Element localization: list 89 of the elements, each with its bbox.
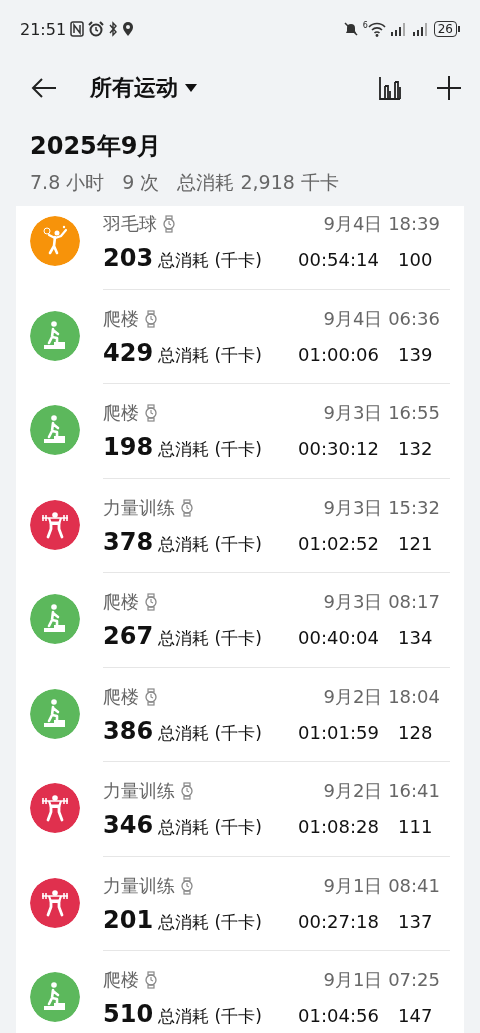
calories-value: 378 xyxy=(103,527,154,556)
total-calories: 总消耗 2,918 千卡 xyxy=(177,170,339,195)
watch-icon xyxy=(163,215,175,233)
workout-type-icon xyxy=(30,594,80,644)
workout-date: 9月2日 18:04 xyxy=(323,684,441,709)
month-title: 2025年9月 xyxy=(30,131,163,162)
calories-label: 总消耗 (千卡) xyxy=(158,910,263,934)
workout-date: 9月2日 16:41 xyxy=(323,779,441,803)
workout-type-icon xyxy=(30,688,80,739)
nfc-icon xyxy=(70,21,85,37)
workout-type-icon xyxy=(30,405,80,455)
workout-type-icon xyxy=(30,783,80,833)
watch-icon xyxy=(181,782,193,800)
workout-type-icon xyxy=(30,877,80,928)
workout-name: 爬楼 xyxy=(103,306,139,331)
watch-icon xyxy=(181,498,193,517)
workout-metric: 137 xyxy=(398,910,433,932)
workout-type-icon xyxy=(30,216,80,266)
workout-date: 9月3日 08:17 xyxy=(323,590,441,614)
calories-label: 总消耗 (千卡) xyxy=(158,1005,263,1028)
workout-metric: 132 xyxy=(398,438,433,459)
workout-duration: 01:08:28 xyxy=(298,816,380,837)
workout-name: 力量训练 xyxy=(103,873,175,898)
watch-icon xyxy=(145,687,157,706)
calories-value: 198 xyxy=(103,433,154,461)
workout-duration: 00:27:18 xyxy=(298,910,380,932)
calories-label: 总消耗 (千卡) xyxy=(158,249,263,272)
workout-date: 9月1日 07:25 xyxy=(323,968,441,992)
calories-value: 386 xyxy=(103,716,154,745)
workout-metric: 139 xyxy=(398,343,433,365)
alarm-icon xyxy=(88,21,105,37)
workout-name: 爬楼 xyxy=(103,684,139,709)
calories-value: 510 xyxy=(103,1000,154,1028)
workout-name: 羽毛球 xyxy=(103,212,157,236)
workout-date: 9月1日 08:41 xyxy=(323,873,441,898)
workout-name: 爬楼 xyxy=(103,590,139,614)
workout-date: 9月4日 06:36 xyxy=(323,306,441,331)
calories-label: 总消耗 (千卡) xyxy=(158,816,263,839)
workout-duration: 00:30:12 xyxy=(298,438,380,459)
workout-metric: 147 xyxy=(398,1005,433,1026)
battery-level: 26 xyxy=(433,21,457,37)
caret-icon xyxy=(184,83,198,93)
signal-icon xyxy=(411,22,430,36)
workout-duration: 01:04:56 xyxy=(298,1005,380,1026)
workout-type-icon xyxy=(30,499,80,550)
calories-label: 总消耗 (千卡) xyxy=(158,627,263,650)
location-icon xyxy=(122,21,135,37)
calories-label: 总消耗 (千卡) xyxy=(158,532,263,556)
workout-date: 9月3日 15:32 xyxy=(323,495,441,520)
workout-metric: 111 xyxy=(398,816,433,837)
signal-icon xyxy=(389,22,408,36)
workout-duration: 01:00:06 xyxy=(298,343,380,365)
watch-icon xyxy=(145,593,157,611)
calories-value: 346 xyxy=(103,811,154,839)
calories-label: 总消耗 (千卡) xyxy=(158,438,263,461)
bluetooth-icon xyxy=(108,21,119,37)
watch-icon xyxy=(181,876,193,895)
calories-value: 429 xyxy=(103,338,154,367)
workout-name: 力量训练 xyxy=(103,779,175,803)
workout-date: 9月3日 16:55 xyxy=(323,401,441,425)
activity-filter-dropdown[interactable]: 所有运动 xyxy=(90,73,198,103)
workout-name: 爬楼 xyxy=(103,401,139,425)
workout-duration: 00:40:04 xyxy=(298,627,380,648)
watch-icon xyxy=(145,971,157,989)
workout-metric: 134 xyxy=(398,627,433,648)
wifi-icon xyxy=(367,21,386,37)
calories-value: 203 xyxy=(103,244,154,272)
muted-bell-icon xyxy=(342,21,359,37)
calories-value: 267 xyxy=(103,622,154,650)
calories-label: 总消耗 (千卡) xyxy=(158,343,263,367)
workout-name: 爬楼 xyxy=(103,968,139,992)
workout-type-icon xyxy=(30,972,80,1022)
workout-metric: 128 xyxy=(398,721,433,743)
workout-duration: 01:01:59 xyxy=(298,721,380,743)
calories-value: 201 xyxy=(103,905,154,934)
status-time: 21:51 xyxy=(20,19,67,39)
workout-name: 力量训练 xyxy=(103,495,175,520)
workout-metric: 121 xyxy=(398,532,433,554)
total-duration: 7.8 小时 xyxy=(30,170,105,195)
wifi-label: 6 xyxy=(362,21,368,30)
watch-icon xyxy=(145,404,157,422)
workout-duration: 01:02:52 xyxy=(298,532,380,554)
calories-label: 总消耗 (千卡) xyxy=(158,721,263,745)
watch-icon xyxy=(145,309,157,328)
workout-metric: 100 xyxy=(398,249,433,270)
workout-type-icon xyxy=(30,310,80,361)
workout-count: 9 次 xyxy=(122,170,160,195)
workout-date: 9月4日 18:39 xyxy=(323,212,441,236)
workout-duration: 00:54:14 xyxy=(298,249,380,270)
